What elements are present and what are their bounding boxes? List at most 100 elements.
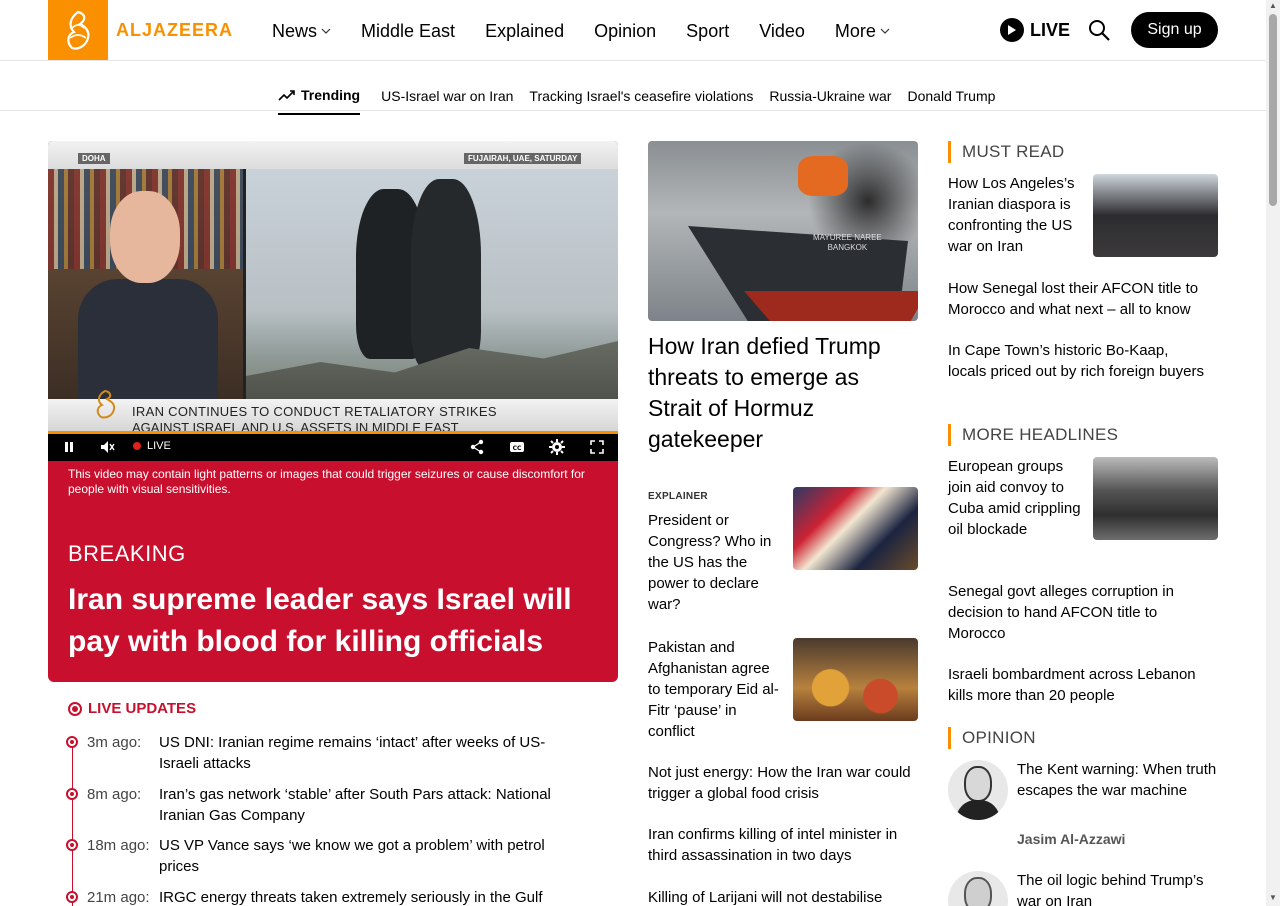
timeline-dot (66, 839, 78, 851)
more-headlines-header: MORE HEADLINES (948, 424, 1118, 446)
svg-text:CC: CC (513, 445, 522, 452)
trending-link[interactable]: Tracking Israel's ceasefire violations (529, 88, 753, 104)
scroll-down-icon[interactable]: ▼ (1269, 894, 1277, 902)
chevron-down-icon (321, 28, 331, 34)
settings-gear-icon[interactable] (549, 439, 565, 455)
update-time: 3m ago: (87, 734, 142, 751)
pause-icon[interactable] (61, 439, 77, 455)
nav-middle-east[interactable]: Middle East (361, 19, 455, 43)
must-read-label: MUST READ (962, 142, 1065, 161)
story-card[interactable]: EXPLAINER President or Congress? Who in … (648, 487, 918, 615)
signup-button[interactable]: Sign up (1131, 12, 1218, 48)
live-indicator: LIVE (133, 440, 171, 452)
author-avatar[interactable] (948, 871, 1008, 906)
cuba-street-thumbnail[interactable] (1093, 457, 1218, 540)
aljazeera-watermark-icon (96, 389, 116, 419)
scroll-up-icon[interactable]: ▲ (1269, 2, 1277, 10)
must-read-item[interactable]: How Senegal lost their AFCON title to Mo… (948, 278, 1218, 320)
scrollbar-thumb[interactable] (1269, 14, 1277, 206)
must-read-item[interactable]: In Cape Town’s historic Bo-Kaap, locals … (948, 340, 1208, 382)
author-avatar[interactable] (948, 760, 1008, 820)
fullscreen-icon[interactable] (589, 439, 605, 455)
live-update-item[interactable]: 3m ago: US DNI: Iranian regime remains ‘… (66, 732, 579, 774)
story-card[interactable]: Pakistan and Afghanistan agree to tempor… (648, 638, 918, 742)
search-icon[interactable] (1087, 18, 1111, 42)
story-title[interactable]: Killing of Larijani will not destabilise (648, 887, 918, 906)
video-progress-bar[interactable] (48, 431, 618, 434)
nav-sport[interactable]: Sport (686, 19, 729, 43)
story-title[interactable]: Iran confirms killing of intel minister … (648, 824, 918, 866)
location-tag-left: DOHA (78, 153, 110, 164)
trending-link[interactable]: Russia-Ukraine war (769, 88, 891, 104)
lead-story-title[interactable]: How Iran defied Trump threats to emerge … (648, 331, 918, 455)
story-title[interactable]: President or Congress? Who in the US has… (648, 510, 784, 615)
story-title[interactable]: Pakistan and Afghanistan agree to tempor… (648, 637, 784, 742)
update-text[interactable]: US VP Vance says ‘we know we got a probl… (159, 835, 579, 877)
nav-opinion[interactable]: Opinion (594, 19, 656, 43)
headline-item[interactable]: Senegal govt alleges corruption in decis… (948, 581, 1218, 644)
aljazeera-logo[interactable] (48, 0, 108, 60)
ship-keel (744, 291, 918, 321)
opinion-label: OPINION (962, 728, 1036, 747)
timeline-dot (66, 736, 78, 748)
brand-wordmark[interactable]: ALJAZEERA (116, 20, 233, 41)
update-text[interactable]: Iran’s gas network ‘stable’ after South … (159, 784, 579, 826)
breaking-headline[interactable]: Iran supreme leader says Israel will pay… (68, 579, 598, 663)
nav-video[interactable]: Video (759, 19, 805, 43)
breaking-label: BREAKING (68, 541, 186, 566)
protest-thumbnail[interactable] (1093, 174, 1218, 257)
market-thumbnail[interactable] (793, 638, 918, 721)
nav-news[interactable]: News (272, 19, 331, 43)
trending-up-icon (278, 90, 295, 101)
nav-more[interactable]: More (835, 19, 890, 43)
timeline-dot (66, 891, 78, 903)
nav-explained-label: Explained (485, 20, 565, 41)
share-icon[interactable] (469, 439, 485, 455)
trending-list: Trending US-Israel war on Iran Tracking … (278, 77, 1011, 115)
play-icon (1000, 18, 1024, 42)
smoke-plume (411, 179, 481, 369)
trending-link[interactable]: US-Israel war on Iran (381, 88, 513, 104)
nav-sport-label: Sport (686, 20, 730, 41)
lower-third-line2: AGAINST ISRAEL AND U.S. ASSETS IN MIDDLE… (132, 420, 459, 431)
update-text[interactable]: IRGC energy threats taken extremely seri… (159, 887, 579, 906)
closed-captions-icon[interactable]: CC (509, 439, 525, 455)
lifeboat (798, 156, 848, 196)
live-indicator-label: LIVE (147, 440, 171, 452)
opinion-title[interactable]: The oil logic behind Trump’s war on Iran (1017, 870, 1217, 906)
opinion-title[interactable]: The Kent warning: When truth escapes the… (1017, 759, 1217, 801)
nav-middle-east-label: Middle East (361, 20, 456, 41)
trump-thumbnail[interactable] (793, 487, 918, 570)
video-top-strip: DOHA FUJAIRAH, UAE, SATURDAY (48, 141, 618, 169)
trending-bar: Trending US-Israel war on Iran Tracking … (0, 61, 1266, 115)
ship-name-painted: MAYUREE NAREE BANGKOK (813, 233, 882, 253)
opinion-author[interactable]: Jasim Al-Azzawi (1017, 831, 1125, 847)
live-label: LIVE (1030, 19, 1071, 40)
headline-item[interactable]: Israeli bombardment across Lebanon kills… (948, 664, 1218, 706)
update-time: 21m ago: (87, 889, 150, 906)
live-update-item[interactable]: 21m ago: IRGC energy threats taken extre… (66, 887, 579, 906)
update-text[interactable]: US DNI: Iranian regime remains ‘intact’ … (159, 732, 579, 774)
headline-item[interactable]: European groups join aid convoy to Cuba … (948, 456, 1088, 540)
live-video-player[interactable]: DOHA FUJAIRAH, UAE, SATURDAY IRAN CONTIN… (48, 141, 618, 461)
tanker-ship-image[interactable]: MAYUREE NAREE BANGKOK (648, 141, 918, 321)
story-title[interactable]: Not just energy: How the Iran war could … (648, 762, 918, 804)
live-update-item[interactable]: 18m ago: US VP Vance says ‘we know we go… (66, 835, 579, 877)
section-accent-bar (948, 141, 951, 163)
chevron-down-icon (880, 28, 890, 34)
live-dot (133, 442, 141, 450)
live-updates-label: LIVE UPDATES (88, 700, 197, 717)
live-update-item[interactable]: 8m ago: Iran’s gas network ‘stable’ afte… (66, 784, 579, 826)
trending-link[interactable]: Donald Trump (907, 88, 995, 104)
live-updates-header[interactable]: LIVE UPDATES (68, 700, 196, 717)
trending-tab[interactable]: Trending (278, 87, 361, 115)
logo-calligraphy-icon (67, 10, 90, 50)
live-button[interactable]: LIVE (1000, 18, 1070, 42)
must-read-item[interactable]: How Los Angeles’s Iranian diaspora is co… (948, 173, 1088, 257)
update-time: 8m ago: (87, 786, 142, 803)
breaking-news-card[interactable]: This video may contain light patterns or… (48, 461, 618, 682)
video-studio-pane (48, 169, 243, 409)
page-scrollbar[interactable]: ▲ ▼ (1266, 0, 1280, 906)
mute-icon[interactable] (99, 439, 115, 455)
nav-explained[interactable]: Explained (485, 19, 564, 43)
